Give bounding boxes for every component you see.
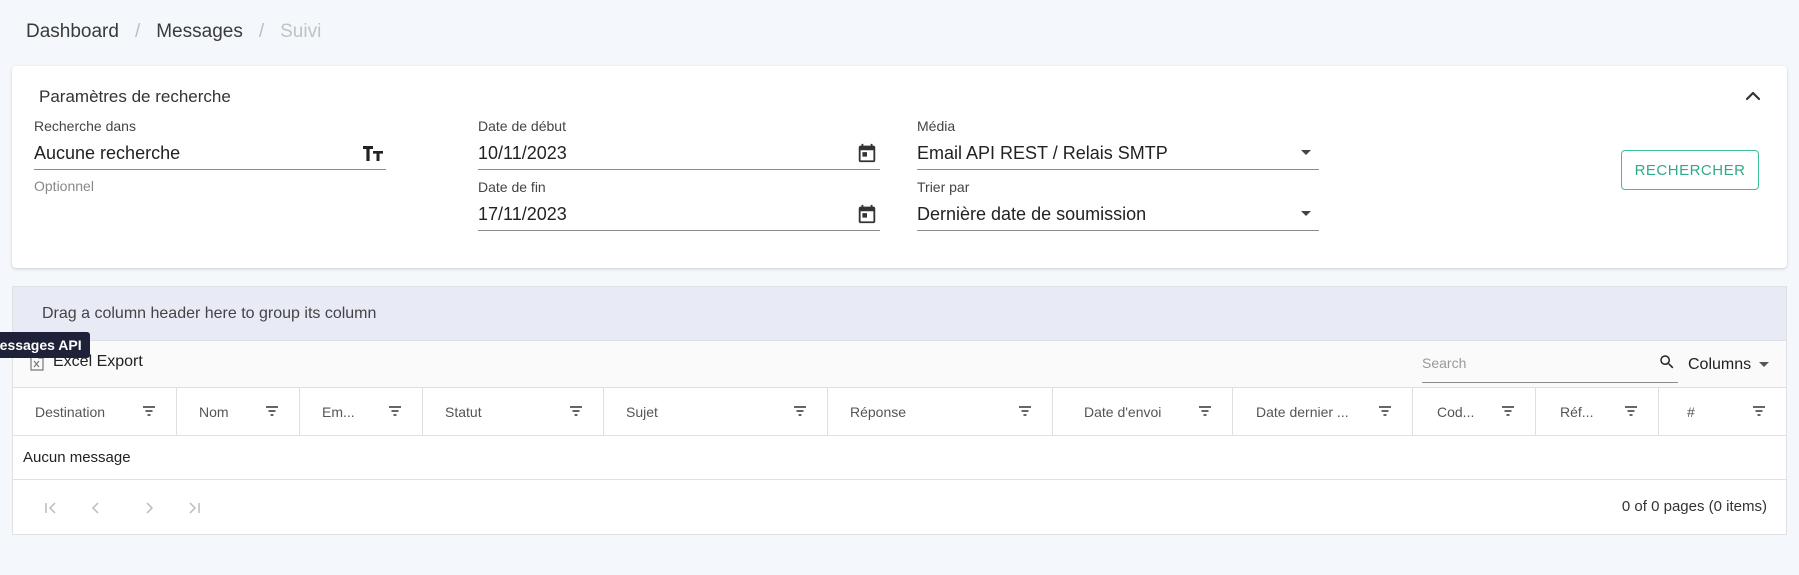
start-date-value: 10/11/2023: [478, 143, 567, 163]
search-button[interactable]: RECHERCHER: [1621, 150, 1759, 190]
calendar-icon[interactable]: [854, 140, 880, 166]
column-header-label: Destination: [35, 404, 106, 420]
grid-search-input[interactable]: Search: [1422, 349, 1678, 383]
search-in-label: Recherche dans: [34, 118, 136, 134]
start-date-field: Date de début 10/11/2023: [478, 118, 880, 170]
sort-by-field: Trier par Dernière date de soumission: [917, 179, 1319, 231]
column-header-number[interactable]: #: [1659, 388, 1786, 436]
filter-icon[interactable]: [1752, 404, 1766, 418]
column-header-sujet[interactable]: Sujet: [604, 388, 828, 436]
start-date-input[interactable]: 10/11/2023: [478, 140, 880, 170]
column-header-label: Em...: [322, 404, 355, 420]
column-header-date-dernier[interactable]: Date dernier ...: [1233, 388, 1413, 436]
pager-info: 0 of 0 pages (0 items): [1621, 498, 1767, 515]
column-header-label: Sujet: [626, 404, 658, 420]
tooltip: Messages API: [0, 332, 90, 358]
search-in-value: Aucune recherche: [34, 143, 181, 163]
pager: 0 of 0 pages (0 items): [13, 480, 1786, 534]
empty-row: Aucun message: [13, 436, 1786, 480]
empty-text: Aucun message: [23, 449, 131, 466]
breadcrumb-separator: /: [258, 21, 265, 42]
first-page-icon[interactable]: [43, 500, 59, 516]
media-field: Média Email API REST / Relais SMTP: [917, 118, 1319, 170]
caret-down-icon[interactable]: [1293, 140, 1319, 166]
search-params-card: Paramètres de recherche Recherche dans A…: [12, 66, 1787, 268]
breadcrumb-current: Suivi: [280, 21, 322, 42]
start-date-label: Date de début: [478, 118, 566, 134]
group-panel[interactable]: Drag a column header here to group its c…: [13, 287, 1786, 341]
column-header-reponse[interactable]: Réponse: [828, 388, 1053, 436]
column-header-label: Réponse: [850, 404, 907, 420]
column-header-label: Nom: [199, 404, 229, 420]
media-label: Média: [917, 118, 956, 134]
column-header-statut[interactable]: Statut: [423, 388, 604, 436]
sort-by-label: Trier par: [917, 179, 970, 195]
filter-icon[interactable]: [388, 404, 402, 418]
filter-icon[interactable]: [1501, 404, 1515, 418]
grid-header-row: Destination Nom Em... Statut Sujet Répon…: [13, 388, 1786, 436]
breadcrumb-separator: /: [134, 21, 141, 42]
column-header-label: Réf...: [1560, 404, 1594, 420]
column-header-email[interactable]: Em...: [300, 388, 423, 436]
end-date-field: Date de fin 17/11/2023: [478, 179, 880, 231]
last-page-icon[interactable]: [186, 500, 202, 516]
filter-icon[interactable]: [1378, 404, 1392, 418]
filter-icon[interactable]: [1018, 404, 1032, 418]
search-in-hint: Optionnel: [34, 178, 94, 194]
breadcrumb-messages[interactable]: Messages: [156, 21, 243, 43]
column-header-nom[interactable]: Nom: [177, 388, 300, 436]
filter-icon[interactable]: [265, 404, 279, 418]
column-header-code[interactable]: Cod...: [1413, 388, 1536, 436]
end-date-label: Date de fin: [478, 179, 546, 195]
column-header-destination[interactable]: Destination: [13, 388, 177, 436]
caret-down-icon: [1759, 362, 1770, 367]
filter-icon[interactable]: [1624, 404, 1638, 418]
breadcrumb-dashboard[interactable]: Dashboard: [26, 21, 119, 43]
grid-search-placeholder: Search: [1422, 355, 1467, 371]
column-header-label: Statut: [445, 404, 482, 420]
group-panel-text: Drag a column header here to group its c…: [42, 304, 377, 322]
caret-down-icon[interactable]: [1293, 201, 1319, 227]
sort-by-value: Dernière date de soumission: [917, 204, 1147, 224]
columns-button[interactable]: Columns: [1688, 356, 1770, 374]
search-params-title: Paramètres de recherche: [39, 87, 231, 106]
breadcrumb: Dashboard / Messages / Suivi: [26, 21, 321, 43]
search-in-field: Recherche dans Aucune recherche Optionne…: [34, 118, 386, 194]
calendar-icon[interactable]: [854, 201, 880, 227]
filter-icon[interactable]: [1198, 404, 1212, 418]
collapse-button[interactable]: [1739, 82, 1767, 110]
end-date-input[interactable]: 17/11/2023: [478, 201, 880, 231]
column-header-reference[interactable]: Réf...: [1536, 388, 1659, 436]
chevron-up-icon: [1745, 91, 1761, 101]
messages-grid: Drag a column header here to group its c…: [12, 286, 1787, 535]
sort-by-select[interactable]: Dernière date de soumission: [917, 201, 1319, 231]
column-header-label: #: [1687, 404, 1695, 420]
prev-page-icon[interactable]: [88, 500, 104, 516]
media-value: Email API REST / Relais SMTP: [917, 143, 1168, 163]
grid-toolbar: Excel Export Search Columns: [13, 341, 1786, 388]
media-select[interactable]: Email API REST / Relais SMTP: [917, 140, 1319, 170]
text-size-icon[interactable]: [360, 140, 386, 166]
column-header-label: Date d'envoi: [1084, 404, 1162, 420]
column-header-label: Date dernier ...: [1256, 404, 1349, 420]
search-icon[interactable]: [1658, 353, 1676, 371]
columns-label: Columns: [1688, 356, 1752, 373]
column-header-label: Cod...: [1437, 404, 1475, 420]
filter-icon[interactable]: [793, 404, 807, 418]
column-header-date-envoi[interactable]: Date d'envoi: [1053, 388, 1233, 436]
filter-icon[interactable]: [142, 404, 156, 418]
end-date-value: 17/11/2023: [478, 204, 567, 224]
next-page-icon[interactable]: [141, 500, 157, 516]
search-in-input[interactable]: Aucune recherche: [34, 140, 386, 170]
filter-icon[interactable]: [569, 404, 583, 418]
